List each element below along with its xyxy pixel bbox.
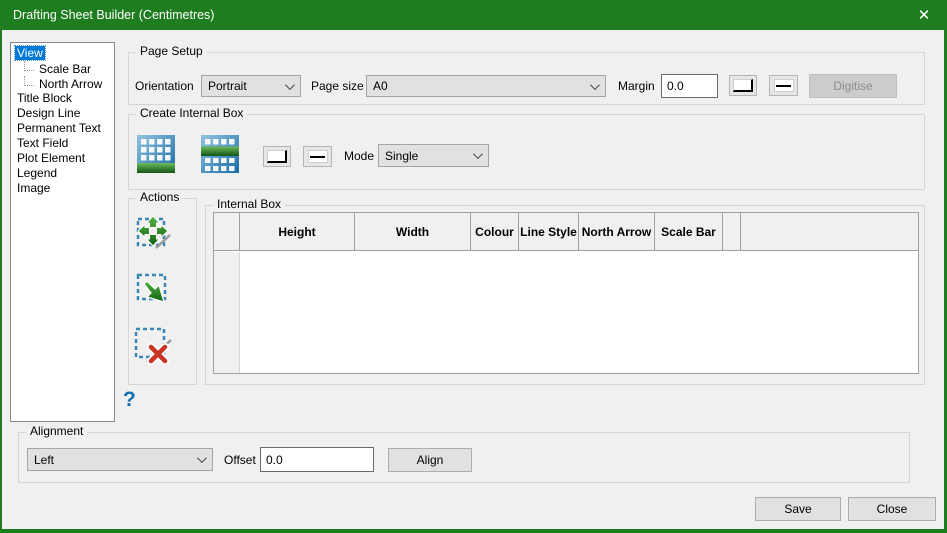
tree-item-scale-bar[interactable]: Scale Bar: [11, 61, 114, 76]
tree-item-north-arrow[interactable]: North Arrow: [11, 76, 114, 91]
margin-label: Margin: [618, 79, 655, 93]
orientation-select[interactable]: Portrait: [201, 75, 301, 97]
help-icon[interactable]: ?: [123, 388, 136, 412]
header-filler: [741, 213, 918, 250]
page-setup-group: Page Setup Orientation Portrait Page siz…: [128, 44, 925, 105]
tree-item-permanent-text[interactable]: Permanent Text: [11, 121, 114, 136]
delete-box-button[interactable]: [134, 327, 174, 368]
row-header-strip: [214, 252, 240, 373]
window-title: Drafting Sheet Builder (Centimetres): [13, 8, 215, 22]
col-spare: [723, 213, 741, 250]
move-box-button[interactable]: [135, 212, 172, 254]
actions-title: Actions: [136, 190, 184, 204]
tree-item-plot-element[interactable]: Plot Element: [11, 151, 114, 166]
create-internal-box-button[interactable]: [137, 135, 175, 176]
colour-swatch-icon: [733, 79, 753, 92]
align-button[interactable]: Align: [388, 448, 472, 472]
grid-box-icon: [137, 135, 175, 173]
tree-item-design-line[interactable]: Design Line: [11, 106, 114, 121]
colour-swatch-icon: [267, 150, 287, 163]
col-scale-bar: Scale Bar: [655, 213, 723, 250]
alignment-group: Alignment Left Offset Align: [18, 424, 910, 483]
close-button[interactable]: Close: [848, 497, 936, 521]
drafting-sheet-builder-dialog: Drafting Sheet Builder (Centimetres) ✕ V…: [0, 0, 947, 533]
margin-input[interactable]: [661, 74, 718, 98]
category-tree: View Scale Bar North Arrow Title Block D…: [10, 42, 115, 422]
split-internal-box-button[interactable]: [201, 135, 239, 176]
offset-label: Offset: [224, 453, 256, 467]
page-size-label: Page size: [311, 79, 364, 93]
tree-item-image[interactable]: Image: [11, 181, 114, 196]
tree-item-title-block[interactable]: Title Block: [11, 91, 114, 106]
col-width: Width: [355, 213, 471, 250]
page-line-style-button[interactable]: [769, 75, 798, 96]
col-row-selector: [214, 213, 240, 250]
col-colour: Colour: [471, 213, 519, 250]
create-internal-box-group: Create Internal Box Mode Single: [128, 106, 925, 190]
grid-split-icon: [201, 135, 239, 173]
actions-group: Actions: [128, 190, 197, 385]
create-internal-box-title: Create Internal Box: [136, 106, 248, 120]
col-north-arrow: North Arrow: [579, 213, 655, 250]
internal-box-title: Internal Box: [213, 197, 286, 211]
internal-box-group: Internal Box Height Width Colour Line St…: [205, 197, 925, 385]
mode-select[interactable]: Single: [378, 144, 489, 167]
internal-box-table[interactable]: Height Width Colour Line Style North Arr…: [213, 212, 919, 374]
resize-box-button[interactable]: [136, 272, 170, 310]
col-line-style: Line Style: [519, 213, 579, 250]
mode-label: Mode: [344, 149, 375, 163]
tree-item-view[interactable]: View: [11, 45, 114, 61]
close-icon[interactable]: ✕: [901, 0, 947, 30]
tree-connector: [24, 76, 34, 86]
chevron-down-icon: [284, 80, 295, 91]
tree-item-legend[interactable]: Legend: [11, 166, 114, 181]
col-height: Height: [240, 213, 355, 250]
offset-input[interactable]: [260, 447, 374, 472]
digitise-button[interactable]: Digitise: [809, 74, 897, 98]
page-setup-title: Page Setup: [136, 44, 207, 58]
alignment-title: Alignment: [26, 424, 88, 438]
table-header-row: Height Width Colour Line Style North Arr…: [214, 213, 918, 251]
window-frame-left: [0, 30, 2, 533]
orientation-label: Orientation: [135, 79, 194, 93]
resize-icon: [136, 273, 167, 303]
tree-connector: [24, 61, 34, 71]
tree-item-text-field[interactable]: Text Field: [11, 136, 114, 151]
move-icon: [136, 215, 171, 249]
page-size-select[interactable]: A0: [366, 75, 606, 97]
line-style-icon: [773, 79, 794, 92]
page-colour-button[interactable]: [729, 75, 757, 96]
alignment-select[interactable]: Left: [27, 448, 213, 471]
box-line-style-button[interactable]: [303, 146, 332, 167]
chevron-down-icon: [472, 149, 483, 160]
line-style-icon: [307, 150, 328, 163]
chevron-down-icon: [589, 80, 600, 91]
delete-icon: [134, 327, 172, 365]
save-button[interactable]: Save: [755, 497, 841, 521]
chevron-down-icon: [196, 453, 207, 464]
box-colour-button[interactable]: [263, 146, 291, 167]
window-frame-bottom: [0, 529, 947, 533]
title-bar: Drafting Sheet Builder (Centimetres) ✕: [0, 0, 947, 30]
